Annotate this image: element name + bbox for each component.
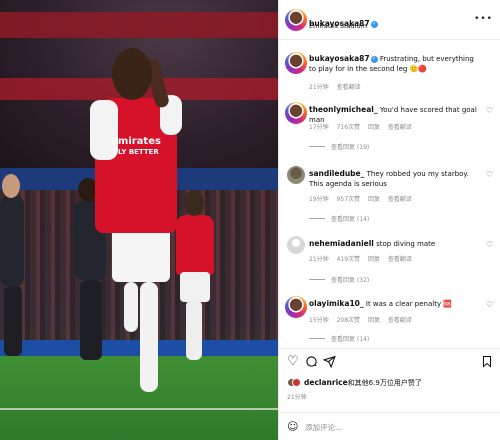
replies-dash [309,146,325,147]
comment-text: It was a clear penalty 🆘 [365,300,453,308]
comment-time: 17分钟 [309,124,329,131]
view-replies-label: 查看回复 (14) [331,336,370,343]
caption-time: 21分钟 [309,84,329,91]
comment-translate-link[interactable]: 查看翻译 [388,196,412,203]
shirt-sponsor: Emirates FLY BETTER [100,136,172,158]
bookmark-icon[interactable] [481,355,493,372]
post-photo[interactable]: Emirates FLY BETTER [0,0,278,440]
comment-item: sandiledube_ They robbed you my starboy.… [279,164,500,230]
caption-text-block: bukayosaka87 ✓ Frustrating, but everythin… [309,54,479,74]
replies-dash [309,218,325,219]
caption: bukayosaka87 ✓ Frustrating, but everythin… [279,50,500,96]
comment-likes[interactable]: 957次赞 [337,196,360,203]
comment-meta: 15分钟 208次赞 回复 查看翻译 [309,315,418,324]
teammate-player-shorts [180,272,210,302]
caption-translate-link[interactable]: 查看翻译 [337,84,361,91]
liker-username[interactable]: declanrice [304,378,348,387]
post-time: 21分钟 [287,394,307,401]
view-replies-label: 查看回复 (14) [331,216,370,223]
caption-avatar[interactable] [285,52,307,74]
shirt-sponsor-line2: FLY BETTER [113,148,159,156]
comment-text-block: sandiledube_ They robbed you my starboy.… [309,169,479,189]
add-comment-bar: ☺ 添加评论... [279,412,500,440]
comment-username[interactable]: sandiledube_ [309,169,364,178]
heart-icon[interactable]: ♡ [287,355,299,369]
view-replies-link[interactable]: 查看回复 (14) [309,214,369,223]
more-options-icon[interactable]: ••• [474,14,493,24]
comment-meta: 17分钟 716次赞 回复 查看翻译 [309,122,418,131]
liker-avatar [292,378,301,387]
comment-like-heart-icon[interactable]: ♡ [486,240,493,249]
view-replies-label: 查看回复 (32) [331,277,370,284]
comment-translate-link[interactable]: 查看翻译 [388,124,412,131]
opponent-player-head [2,174,20,198]
add-comment-input[interactable]: 添加评论... [305,422,342,433]
main-player-head [112,48,152,100]
replies-dash [309,279,325,280]
caption-meta: 21分钟 查看翻译 [309,82,367,91]
likes-rest: 和其他6.9万位用户赞了 [347,379,422,387]
post-sidebar: bukayosaka87 ✓ Emirates Stadium ••• bukay… [278,0,500,440]
comment-reply-link[interactable]: 回复 [368,317,380,324]
share-icon[interactable] [322,355,336,372]
comment-reply-link[interactable]: 回复 [368,196,380,203]
comment-icon[interactable] [305,355,318,372]
comment-username[interactable]: nehemiadaniell [309,239,374,248]
commenter-avatar[interactable] [285,296,307,318]
comment-meta: 21分钟 419次赞 回复 查看翻译 [309,254,418,263]
comment-likes[interactable]: 716次赞 [337,124,360,131]
comment-item: theonlymicheal_ You'd have scored that g… [279,100,500,162]
teammate-player-legs [186,300,202,360]
comment-username[interactable]: olayimika10_ [309,299,364,308]
author-avatar[interactable] [285,9,307,31]
view-replies-link[interactable]: 查看回复 (19) [309,142,369,151]
teammate-player-head [184,190,204,216]
view-replies-link[interactable]: 查看回复 (14) [309,334,369,343]
likes-summary[interactable]: declanrice和其他6.9万位用户赞了 [287,378,497,392]
post-action-bar: ♡ [279,348,500,376]
replies-dash [309,338,325,339]
caption-username[interactable]: bukayosaka87 [309,54,370,63]
comment-like-heart-icon[interactable]: ♡ [486,170,493,179]
pitch [0,356,278,440]
smiley-icon[interactable]: ☺ [287,420,298,433]
stand-banner [0,12,278,38]
comment-translate-link[interactable]: 查看翻译 [388,256,412,263]
comment-reply-link[interactable]: 回复 [368,124,380,131]
verified-badge-icon: ✓ [370,21,378,28]
comment-item: nehemiadaniell stop diving mate ♡ 21分钟 4… [279,234,500,290]
view-replies-label: 查看回复 (19) [331,144,370,151]
shirt-sponsor-line1: Emirates [111,136,161,147]
commenter-avatar[interactable] [285,102,307,124]
comment-text-block: nehemiadaniell stop diving mate [309,239,479,249]
comment-likes[interactable]: 419次赞 [337,256,360,263]
post-location[interactable]: Emirates Stadium [309,22,367,30]
commenter-avatar[interactable] [287,166,305,184]
advertising-board [0,340,278,356]
comment-text: stop diving mate [376,240,436,248]
post-header: bukayosaka87 ✓ Emirates Stadium ••• [279,0,500,40]
commenter-avatar-default-icon[interactable] [287,236,305,254]
comment-time: 19分钟 [309,196,329,203]
comment-reply-link[interactable]: 回复 [368,256,380,263]
comment-like-heart-icon[interactable]: ♡ [486,300,493,309]
comment-text-block: olayimika10_ It was a clear penalty 🆘 [309,299,479,309]
comment-time: 21分钟 [309,256,329,263]
main-player-leg [140,282,158,392]
comment-item: olayimika10_ It was a clear penalty 🆘 ♡ … [279,294,500,346]
pitch-line [0,408,278,410]
opponent-player [0,196,24,286]
opponent-player-legs [4,286,22,356]
main-player-leg [124,282,138,332]
view-replies-link[interactable]: 查看回复 (32) [309,275,369,284]
comment-likes[interactable]: 208次赞 [337,317,360,324]
comment-time: 15分钟 [309,317,329,324]
comment-username[interactable]: theonlymicheal_ [309,105,378,114]
comment-translate-link[interactable]: 查看翻译 [388,317,412,324]
comment-meta: 19分钟 957次赞 回复 查看翻译 [309,194,418,203]
teammate-player [176,215,214,275]
opponent-player-legs [80,280,102,360]
verified-badge-icon: ✓ [370,56,378,63]
comment-like-heart-icon[interactable]: ♡ [486,106,493,115]
